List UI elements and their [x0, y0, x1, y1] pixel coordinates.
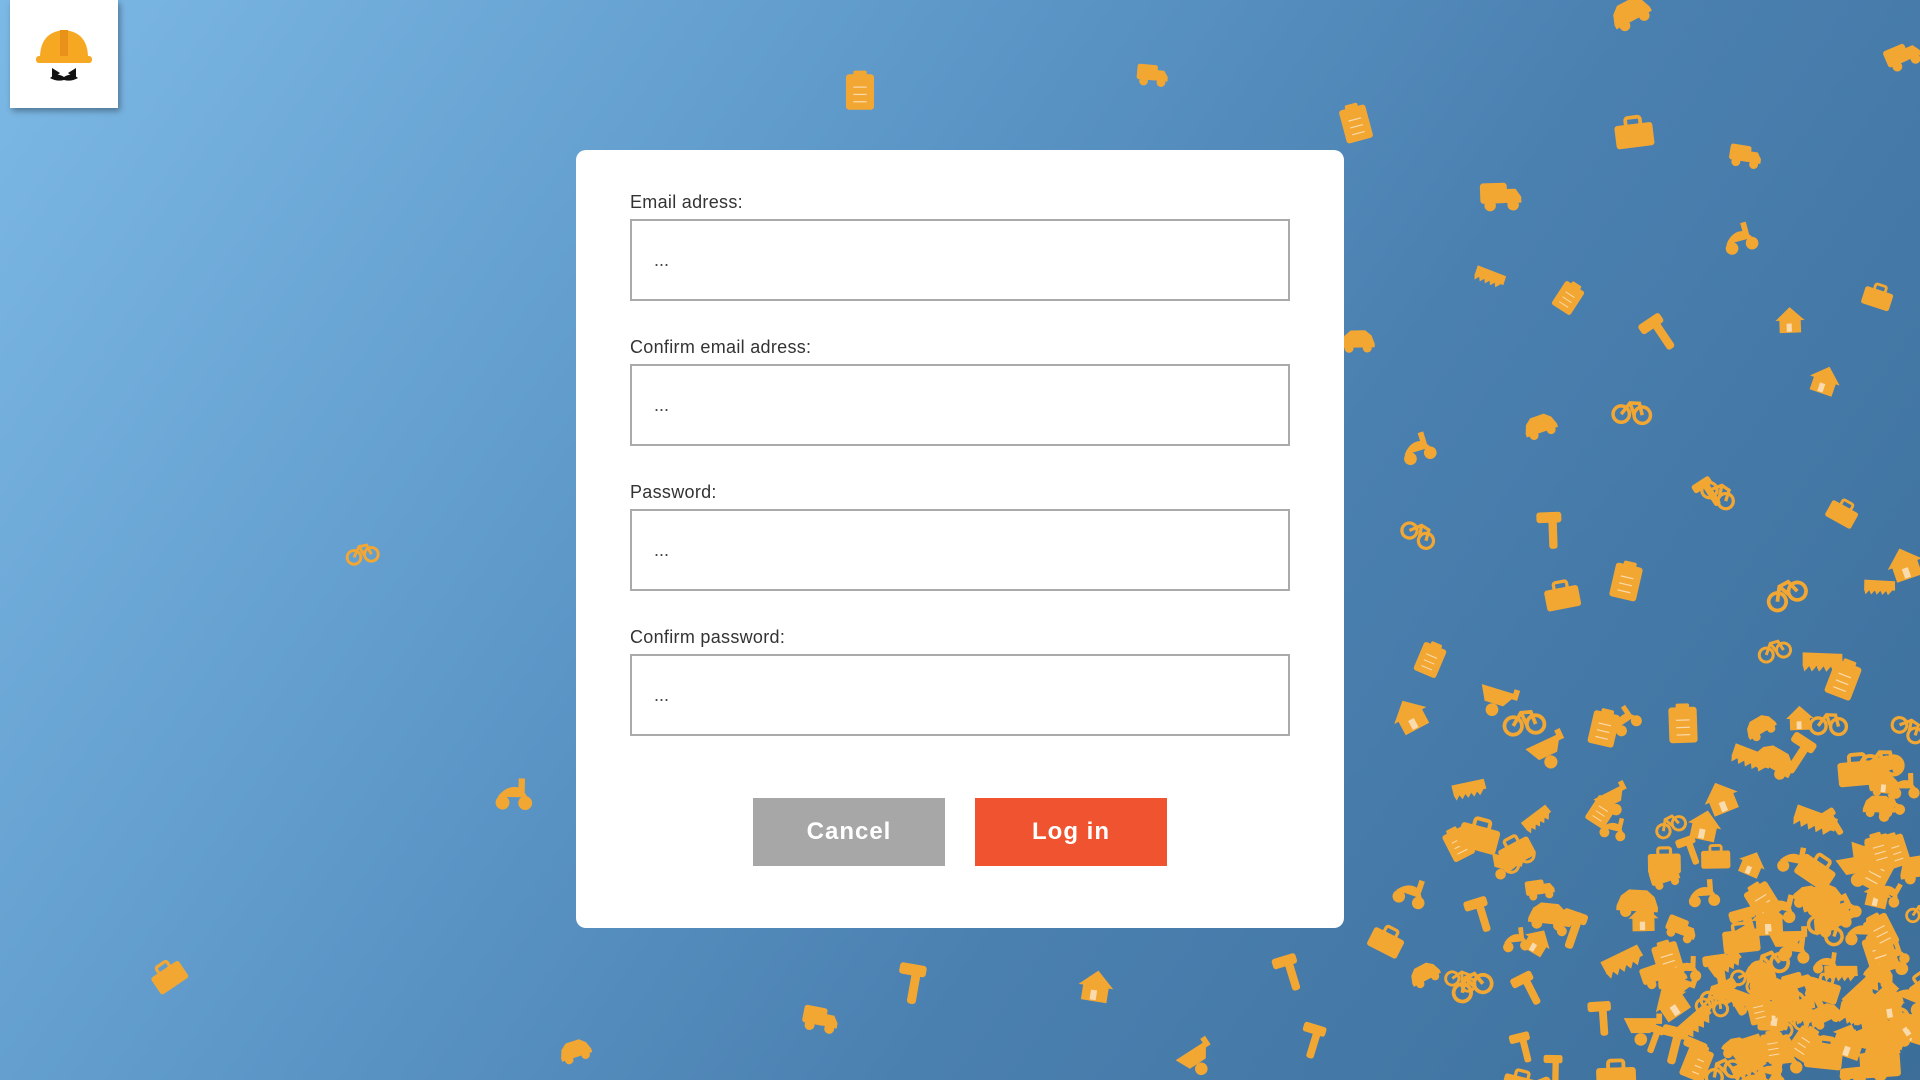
bicycle-icon: [1502, 709, 1547, 737]
car-icon: [1341, 330, 1375, 353]
toolbox-icon: [1722, 921, 1761, 955]
car-icon: [1411, 962, 1442, 989]
scooter-icon: [495, 778, 533, 810]
saw-icon: [1864, 579, 1896, 596]
toolbox-icon: [1701, 844, 1731, 869]
bicycle-icon: [345, 543, 380, 566]
password-label: Password:: [630, 482, 717, 502]
cancel-button[interactable]: Cancel: [753, 798, 945, 866]
toolbox-icon: [1614, 114, 1655, 150]
scooter-icon: [1392, 879, 1425, 910]
app-logo[interactable]: [10, 0, 118, 108]
hammer-icon: [1638, 313, 1675, 350]
bicycle-icon: [1400, 521, 1436, 550]
email-label: Email adress:: [630, 192, 743, 212]
clipboard-icon: [1609, 560, 1643, 602]
hammer-icon: [899, 962, 927, 1005]
toolbox-icon: [1544, 579, 1582, 612]
toolbox-icon: [151, 959, 189, 995]
login-button[interactable]: Log in: [975, 798, 1167, 866]
scooter-icon: [1725, 221, 1759, 255]
saw-icon: [1600, 944, 1644, 979]
wheelbarrow-icon: [1481, 684, 1521, 716]
bicycle-icon: [1655, 814, 1688, 840]
wheelbarrow-icon: [1175, 1035, 1211, 1076]
truck-icon: [802, 1004, 838, 1034]
clipboard-icon: [845, 70, 875, 110]
clipboard-icon: [1339, 102, 1373, 144]
car-icon: [561, 1039, 593, 1065]
bicycle-icon: [1905, 904, 1920, 924]
toolbox-icon: [1533, 1076, 1552, 1080]
toolbox-icon: [1501, 1068, 1538, 1080]
bicycle-icon: [1890, 715, 1920, 745]
email-field[interactable]: [630, 219, 1290, 301]
hammer-icon: [1302, 1021, 1327, 1059]
house-icon: [1887, 548, 1920, 583]
toolbox-icon: [1367, 924, 1405, 959]
saw-icon: [1520, 804, 1552, 834]
house-icon: [1809, 366, 1840, 397]
password-field[interactable]: [630, 509, 1290, 591]
clipboard-icon: [1587, 708, 1620, 748]
bicycle-icon: [1444, 970, 1477, 993]
wheelbarrow-icon: [1525, 728, 1565, 769]
bicycle-icon: [1766, 579, 1808, 613]
toolbox-icon: [1825, 498, 1859, 529]
car-icon: [1613, 0, 1652, 32]
car-icon: [1525, 413, 1559, 440]
hammer-icon: [1536, 511, 1562, 549]
confirm-password-field[interactable]: [630, 654, 1290, 736]
saw-icon: [1731, 743, 1773, 772]
car-icon: [1747, 715, 1777, 742]
truck-icon: [1883, 43, 1920, 72]
scooter-icon: [1404, 431, 1437, 466]
registration-form: Email adress: Confirm email adress: Pass…: [576, 150, 1344, 928]
clipboard-icon: [1668, 703, 1698, 744]
truck-icon: [1524, 879, 1555, 901]
hammer-icon: [1587, 1000, 1611, 1036]
hardhat-mustache-logo-icon: [36, 30, 92, 81]
clipboard-icon: [1551, 281, 1585, 315]
hammer-icon: [1271, 953, 1301, 991]
hammer-icon: [1508, 1031, 1532, 1063]
house-icon: [1394, 700, 1430, 736]
bicycle-icon: [1757, 639, 1793, 664]
saw-icon: [1474, 265, 1507, 288]
hammer-icon: [1463, 896, 1491, 932]
toolbox-icon: [1596, 1058, 1637, 1080]
house-icon: [1737, 852, 1765, 879]
bicycle-icon: [1611, 401, 1653, 426]
scooter-icon: [1503, 926, 1531, 953]
truck-icon: [1479, 182, 1522, 212]
bicycle-icon: [1808, 713, 1849, 737]
truck-icon: [1729, 143, 1762, 169]
toolbox-icon: [1861, 282, 1894, 312]
clipboard-icon: [1413, 641, 1447, 678]
house-icon: [1775, 307, 1805, 334]
saw-icon: [1451, 778, 1487, 801]
house-icon: [1078, 970, 1114, 1004]
confirm-email-label: Confirm email adress:: [630, 337, 812, 357]
toolbox-icon: [1647, 846, 1681, 875]
scooter-icon: [1688, 878, 1721, 908]
confirm-email-field[interactable]: [630, 364, 1290, 446]
truck-icon: [1136, 63, 1168, 87]
scooter-icon: [1890, 773, 1920, 799]
confirm-password-label: Confirm password:: [630, 627, 786, 647]
hammer-icon: [1543, 1054, 1563, 1080]
hammer-icon: [1510, 970, 1541, 1005]
